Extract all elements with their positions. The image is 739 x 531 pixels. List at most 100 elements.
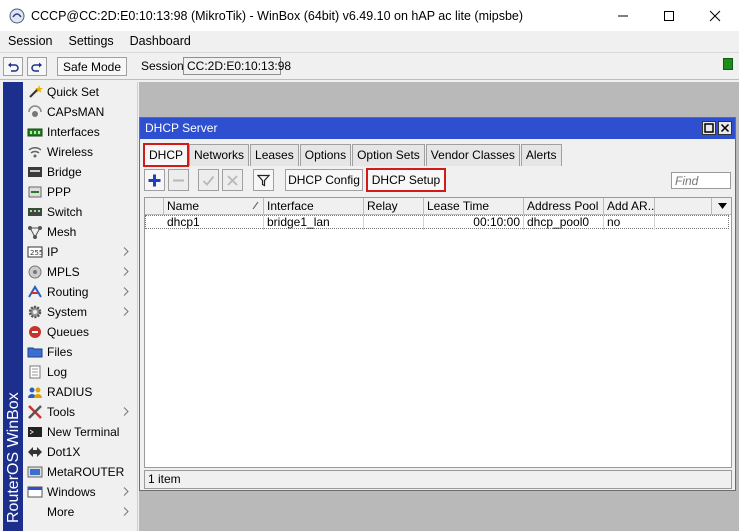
column-header-add-arp[interactable]: Add AR... [604, 198, 655, 214]
sidebar-item-log[interactable]: Log [23, 362, 137, 382]
sidebar-item-radius[interactable]: RADIUS [23, 382, 137, 402]
brand-logo: RouterOS WinBox [5, 392, 22, 523]
column-header-label: Name [167, 199, 200, 213]
dhcp-config-button[interactable]: DHCP Config [285, 169, 363, 191]
sidebar-item-switch[interactable]: Switch [23, 202, 137, 222]
tab-option-sets[interactable]: Option Sets [352, 144, 425, 166]
cell-name: dhcp1 [164, 216, 264, 230]
column-header-lease-time[interactable]: Lease Time [424, 198, 524, 214]
dhcp-window-close-button[interactable] [718, 121, 732, 135]
tab-options[interactable]: Options [299, 144, 352, 166]
dhcp-window-maximize-button[interactable] [702, 121, 716, 135]
column-header-marker [145, 198, 164, 214]
submenu-arrow-icon [123, 507, 129, 516]
maximize-button[interactable] [646, 0, 692, 31]
close-icon [720, 123, 730, 133]
column-header-relay[interactable]: Relay [364, 198, 424, 214]
disable-button[interactable] [222, 169, 243, 191]
menu-session[interactable]: Session [0, 34, 60, 48]
menu-settings[interactable]: Settings [60, 34, 121, 48]
cell-relay [364, 216, 424, 230]
sidebar-item-label: Interfaces [47, 125, 100, 139]
menu-bar: Session Settings Dashboard [0, 31, 739, 51]
dhcp-setup-button[interactable]: DHCP Setup [366, 168, 446, 192]
tab-alerts[interactable]: Alerts [520, 144, 562, 166]
winbox-app-icon [9, 8, 25, 23]
minimize-button[interactable] [600, 0, 646, 31]
window-title: CCCP@CC:2D:E0:10:13:98 (MikroTik) - WinB… [31, 8, 524, 23]
add-button[interactable] [144, 169, 165, 191]
radius-icon [27, 384, 43, 400]
safe-mode-button[interactable]: Safe Mode [57, 57, 127, 76]
redo-button[interactable] [27, 57, 47, 76]
tab-leases[interactable]: Leases [250, 144, 299, 166]
gear-icon [27, 304, 43, 320]
tab-vendor-classes[interactable]: Vendor Classes [425, 144, 520, 166]
sidebar-item-ip[interactable]: 255 IP [23, 242, 137, 262]
filter-button[interactable] [253, 169, 274, 191]
tab-networks[interactable]: Networks [189, 144, 250, 166]
sidebar-item-label: IP [47, 245, 59, 259]
sidebar-item-label: PPP [47, 185, 72, 199]
submenu-arrow-icon [123, 247, 129, 256]
sidebar-item-wireless[interactable]: Wireless [23, 142, 137, 162]
sidebar-item-ppp[interactable]: PPP [23, 182, 137, 202]
column-chooser-button[interactable] [713, 198, 731, 214]
metarouter-icon [27, 464, 43, 480]
column-header-name[interactable]: Name [164, 198, 264, 214]
sidebar-item-more[interactable]: More [23, 502, 137, 522]
undo-icon [8, 62, 19, 72]
sidebar-item-queues[interactable]: Queues [23, 322, 137, 342]
wand-icon [27, 84, 43, 100]
column-header-address-pool[interactable]: Address Pool [524, 198, 604, 214]
submenu-arrow-icon [123, 307, 129, 316]
sidebar-item-quick-set[interactable]: Quick Set [23, 82, 137, 102]
dhcp-window-title[interactable]: DHCP Server [140, 118, 735, 139]
sidebar-item-capsman[interactable]: CAPsMAN [23, 102, 137, 122]
submenu-arrow-icon [123, 287, 129, 296]
sidebar-item-label: New Terminal [47, 425, 120, 439]
cell-address-pool: dhcp_pool0 [524, 216, 604, 230]
sidebar-item-label: MPLS [47, 265, 80, 279]
sidebar-item-bridge[interactable]: Bridge [23, 162, 137, 182]
log-icon [27, 364, 43, 380]
column-header-interface[interactable]: Interface [264, 198, 364, 214]
sort-indicator-icon [252, 201, 259, 210]
folder-icon [27, 344, 43, 360]
session-field[interactable]: CC:2D:E0:10:13:98 [183, 57, 291, 75]
menu-dashboard[interactable]: Dashboard [122, 34, 199, 48]
maximize-icon [704, 123, 714, 133]
tab-dhcp[interactable]: DHCP [142, 143, 190, 167]
sidebar-item-system[interactable]: System [23, 302, 137, 322]
enable-button[interactable] [198, 169, 219, 191]
sidebar-item-mpls[interactable]: MPLS [23, 262, 137, 282]
plus-icon [148, 174, 161, 186]
redo-icon [31, 62, 42, 72]
sidebar-item-new-terminal[interactable]: New Terminal [23, 422, 137, 442]
table-row[interactable]: dhcp1 bridge1_lan 00:10:00 dhcp_pool0 no [145, 215, 729, 230]
sidebar-menu: Quick Set CAPsMAN Interfaces Wireless Br… [23, 82, 138, 531]
ppp-icon [27, 184, 43, 200]
sidebar-item-dot1x[interactable]: Dot1X [23, 442, 137, 462]
undo-button[interactable] [3, 57, 23, 76]
sidebar-item-tools[interactable]: Tools [23, 402, 137, 422]
mpls-icon [27, 264, 43, 280]
sidebar-item-metarouter[interactable]: MetaROUTER [23, 462, 137, 482]
sidebar-item-windows[interactable]: Windows [23, 482, 137, 502]
sidebar-item-routing[interactable]: Routing [23, 282, 137, 302]
filter-icon [257, 174, 270, 186]
queues-icon [27, 324, 43, 340]
sidebar-item-interfaces[interactable]: Interfaces [23, 122, 137, 142]
sidebar-item-label: MetaROUTER [47, 465, 125, 479]
more-spacer [27, 504, 43, 520]
close-button[interactable] [692, 0, 738, 31]
capsman-icon [27, 104, 43, 120]
sidebar-item-label: Log [47, 365, 68, 379]
sidebar-item-mesh[interactable]: Mesh [23, 222, 137, 242]
terminal-icon [27, 424, 43, 440]
dhcp-server-table: Name Interface Relay Lease Time Address … [144, 197, 732, 468]
sidebar-item-label: Wireless [47, 145, 94, 159]
remove-button[interactable] [168, 169, 189, 191]
find-input[interactable] [671, 172, 731, 189]
sidebar-item-files[interactable]: Files [23, 342, 137, 362]
